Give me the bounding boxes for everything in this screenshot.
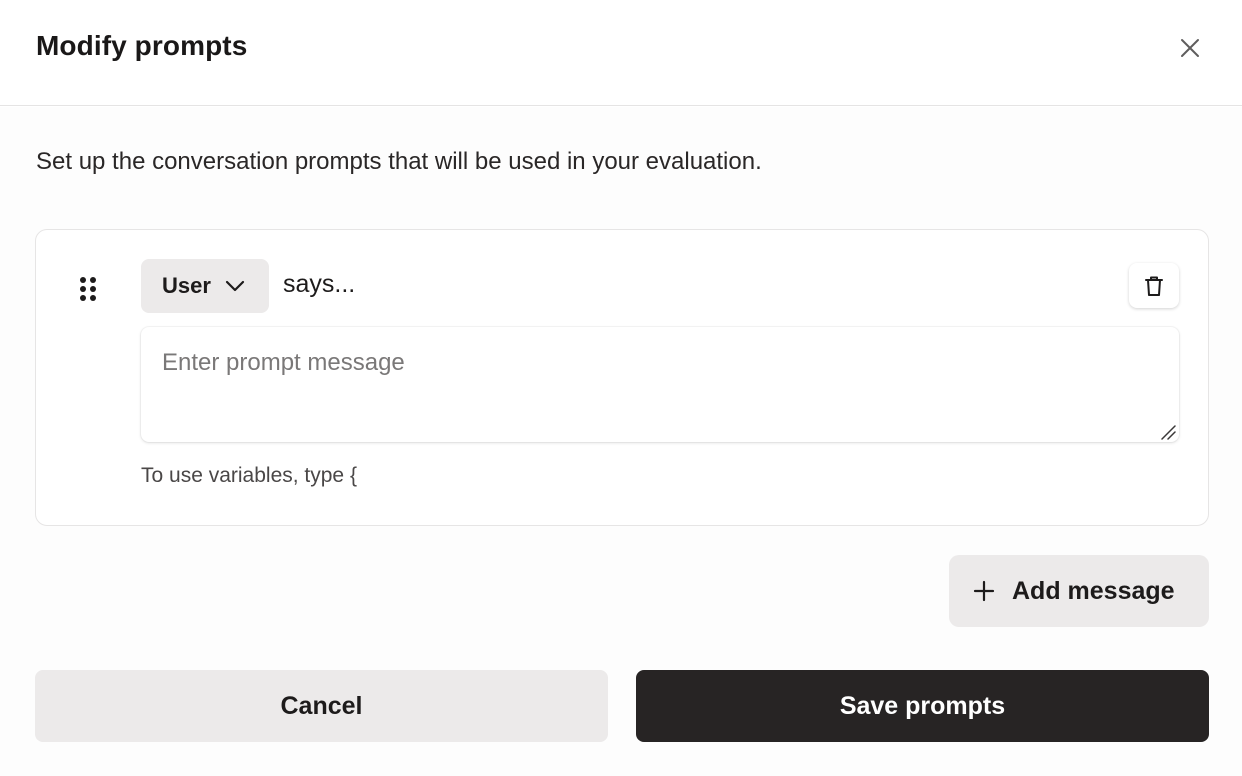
close-button[interactable] [1172,30,1208,66]
close-icon [1181,39,1199,57]
drag-handle[interactable] [79,276,97,302]
dialog-subtitle: Set up the conversation prompts that wil… [36,148,762,175]
plus-icon [973,580,995,602]
trash-icon [1145,276,1163,296]
drag-handle-icon [80,277,96,301]
variables-hint: To use variables, type { [141,464,357,487]
resize-grip-icon[interactable] [1160,424,1176,440]
chevron-down-icon [225,280,245,292]
dialog-title: Modify prompts [36,30,248,61]
add-message-button[interactable]: Add message [949,555,1209,627]
prompt-message-input[interactable] [141,327,1179,442]
cancel-button[interactable]: Cancel [35,670,608,742]
save-prompts-button[interactable]: Save prompts [636,670,1209,742]
add-message-label: Add message [1012,576,1175,605]
dialog-header: Modify prompts [0,0,1242,106]
role-select-value: User [162,273,211,298]
says-label: says... [283,270,356,298]
delete-prompt-button[interactable] [1129,263,1179,308]
role-select[interactable]: User [141,259,269,313]
